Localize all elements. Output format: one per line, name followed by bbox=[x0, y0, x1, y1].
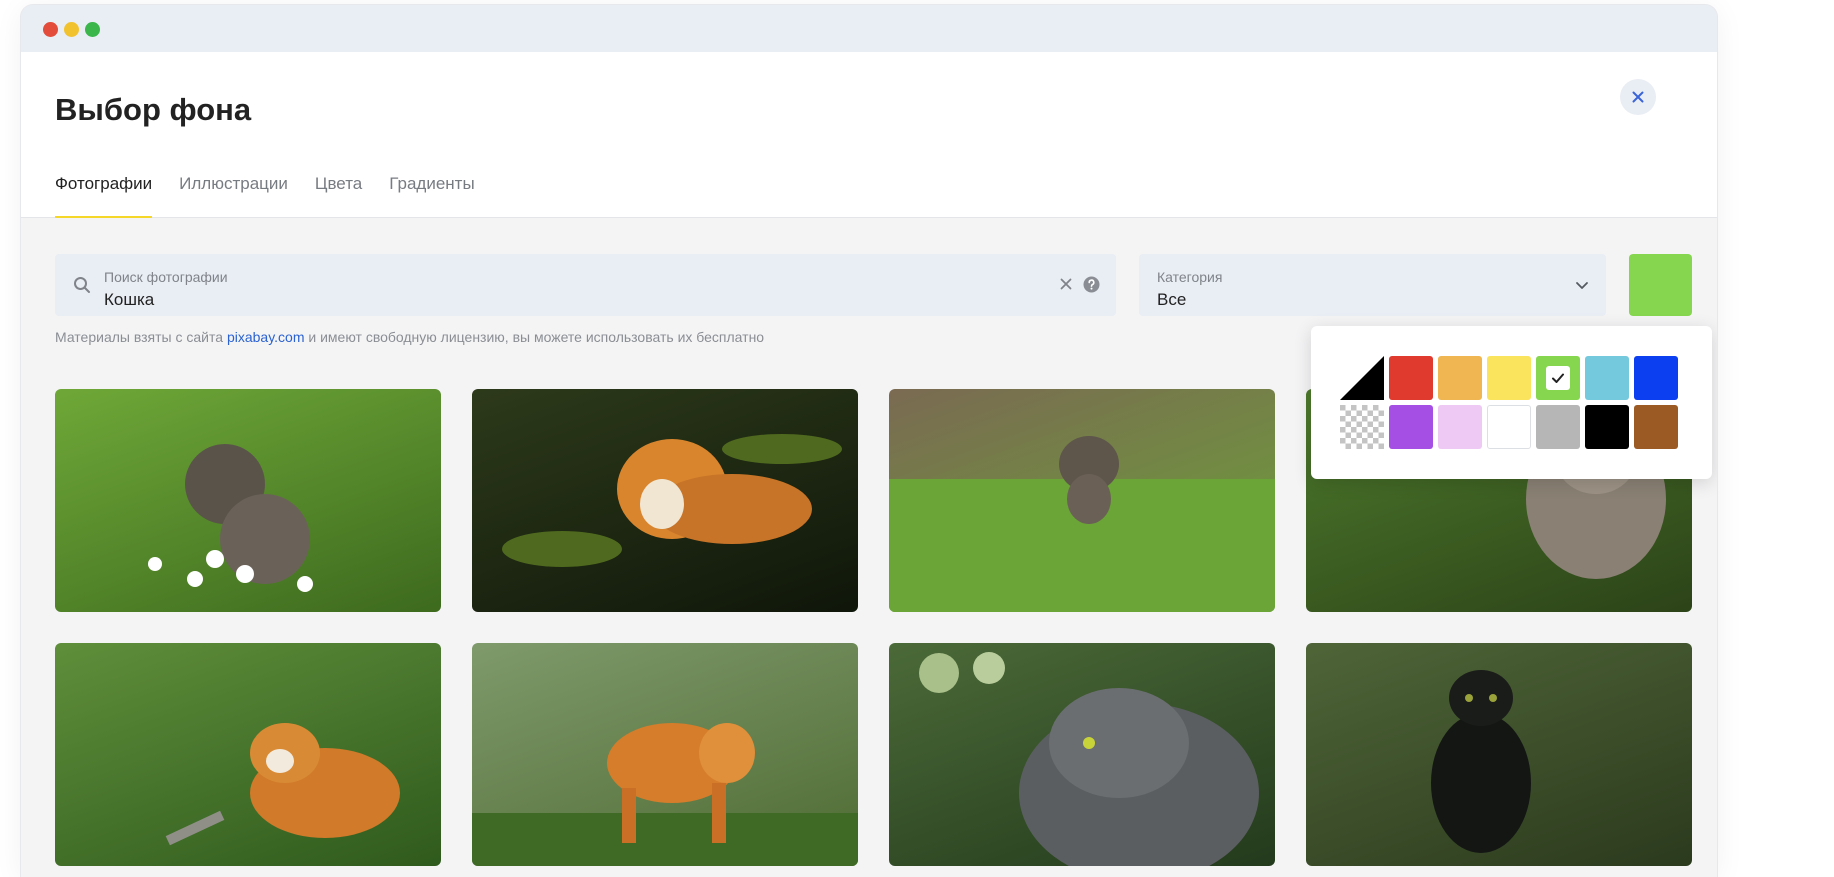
dialog-header: Выбор фона Фотографии Иллюстрации Цвета … bbox=[21, 52, 1717, 218]
tab-illustrations[interactable]: Иллюстрации bbox=[179, 174, 288, 218]
transparent-checker-icon bbox=[1340, 405, 1384, 449]
tab-photos[interactable]: Фотографии bbox=[55, 174, 153, 218]
tab-colors[interactable]: Цвета bbox=[315, 174, 362, 218]
search-label: Поиск фотографии bbox=[104, 269, 228, 285]
color-picker-button[interactable] bbox=[1629, 254, 1692, 316]
swatch-blue[interactable] bbox=[1634, 356, 1678, 400]
search-field[interactable]: Поиск фотографии Кошка bbox=[55, 254, 1116, 316]
search-icon bbox=[74, 277, 90, 293]
titlebar bbox=[21, 5, 1717, 52]
license-note: Материалы взяты с сайта pixabay.com и им… bbox=[55, 329, 764, 345]
swatch-brown[interactable] bbox=[1634, 405, 1678, 449]
photo-kitten-in-daisies[interactable] bbox=[55, 389, 441, 612]
color-palette-popup bbox=[1311, 326, 1712, 479]
license-note-text-end: и имеют свободную лицензию, вы можете ис… bbox=[304, 329, 765, 345]
close-icon bbox=[1632, 91, 1644, 103]
swatch-yellow[interactable] bbox=[1487, 356, 1531, 400]
diagonal-fill-icon bbox=[1340, 356, 1384, 400]
swatch-red[interactable] bbox=[1389, 356, 1433, 400]
close-button[interactable] bbox=[1620, 79, 1656, 115]
clear-icon[interactable] bbox=[1058, 276, 1074, 292]
swatch-green[interactable] bbox=[1536, 356, 1580, 400]
swatch-orange[interactable] bbox=[1438, 356, 1482, 400]
pixabay-link[interactable]: pixabay.com bbox=[227, 329, 305, 345]
selected-check bbox=[1546, 366, 1570, 390]
window-minimize-button[interactable] bbox=[64, 22, 79, 37]
swatch-white[interactable] bbox=[1487, 405, 1531, 449]
page-title: Выбор фона bbox=[55, 92, 252, 127]
photo-kitten-walking-grass[interactable] bbox=[889, 389, 1275, 612]
app-window: Выбор фона Фотографии Иллюстрации Цвета … bbox=[21, 5, 1717, 877]
checkmark-icon bbox=[1552, 373, 1564, 383]
swatch-black-white-diagonal[interactable] bbox=[1340, 356, 1384, 400]
search-input[interactable]: Кошка bbox=[104, 290, 154, 310]
category-select[interactable]: Категория Все bbox=[1139, 254, 1606, 316]
photo-gray-cat-profile[interactable] bbox=[889, 643, 1275, 866]
swatch-light-blue[interactable] bbox=[1585, 356, 1629, 400]
swatch-gray[interactable] bbox=[1536, 405, 1580, 449]
swatch-purple[interactable] bbox=[1389, 405, 1433, 449]
window-zoom-button[interactable] bbox=[85, 22, 100, 37]
help-icon[interactable] bbox=[1083, 276, 1100, 293]
swatch-transparent[interactable] bbox=[1340, 405, 1384, 449]
tab-bar: Фотографии Иллюстрации Цвета Градиенты bbox=[55, 174, 502, 218]
tab-gradients[interactable]: Градиенты bbox=[389, 174, 474, 218]
swatch-black[interactable] bbox=[1585, 405, 1629, 449]
category-value: Все bbox=[1157, 290, 1187, 309]
photo-tiger-in-water[interactable] bbox=[472, 389, 858, 612]
color-swatches bbox=[1340, 356, 1678, 449]
photo-black-cat-grass[interactable] bbox=[1306, 643, 1692, 866]
photo-tiger-standing[interactable] bbox=[472, 643, 858, 866]
chevron-down-icon bbox=[1576, 282, 1588, 289]
photo-tiger-lying-grass[interactable] bbox=[55, 643, 441, 866]
swatch-light-pink[interactable] bbox=[1438, 405, 1482, 449]
license-note-text-start: Материалы взяты с сайта bbox=[55, 329, 227, 345]
category-label: Категория bbox=[1157, 269, 1223, 285]
window-close-button[interactable] bbox=[43, 22, 58, 37]
